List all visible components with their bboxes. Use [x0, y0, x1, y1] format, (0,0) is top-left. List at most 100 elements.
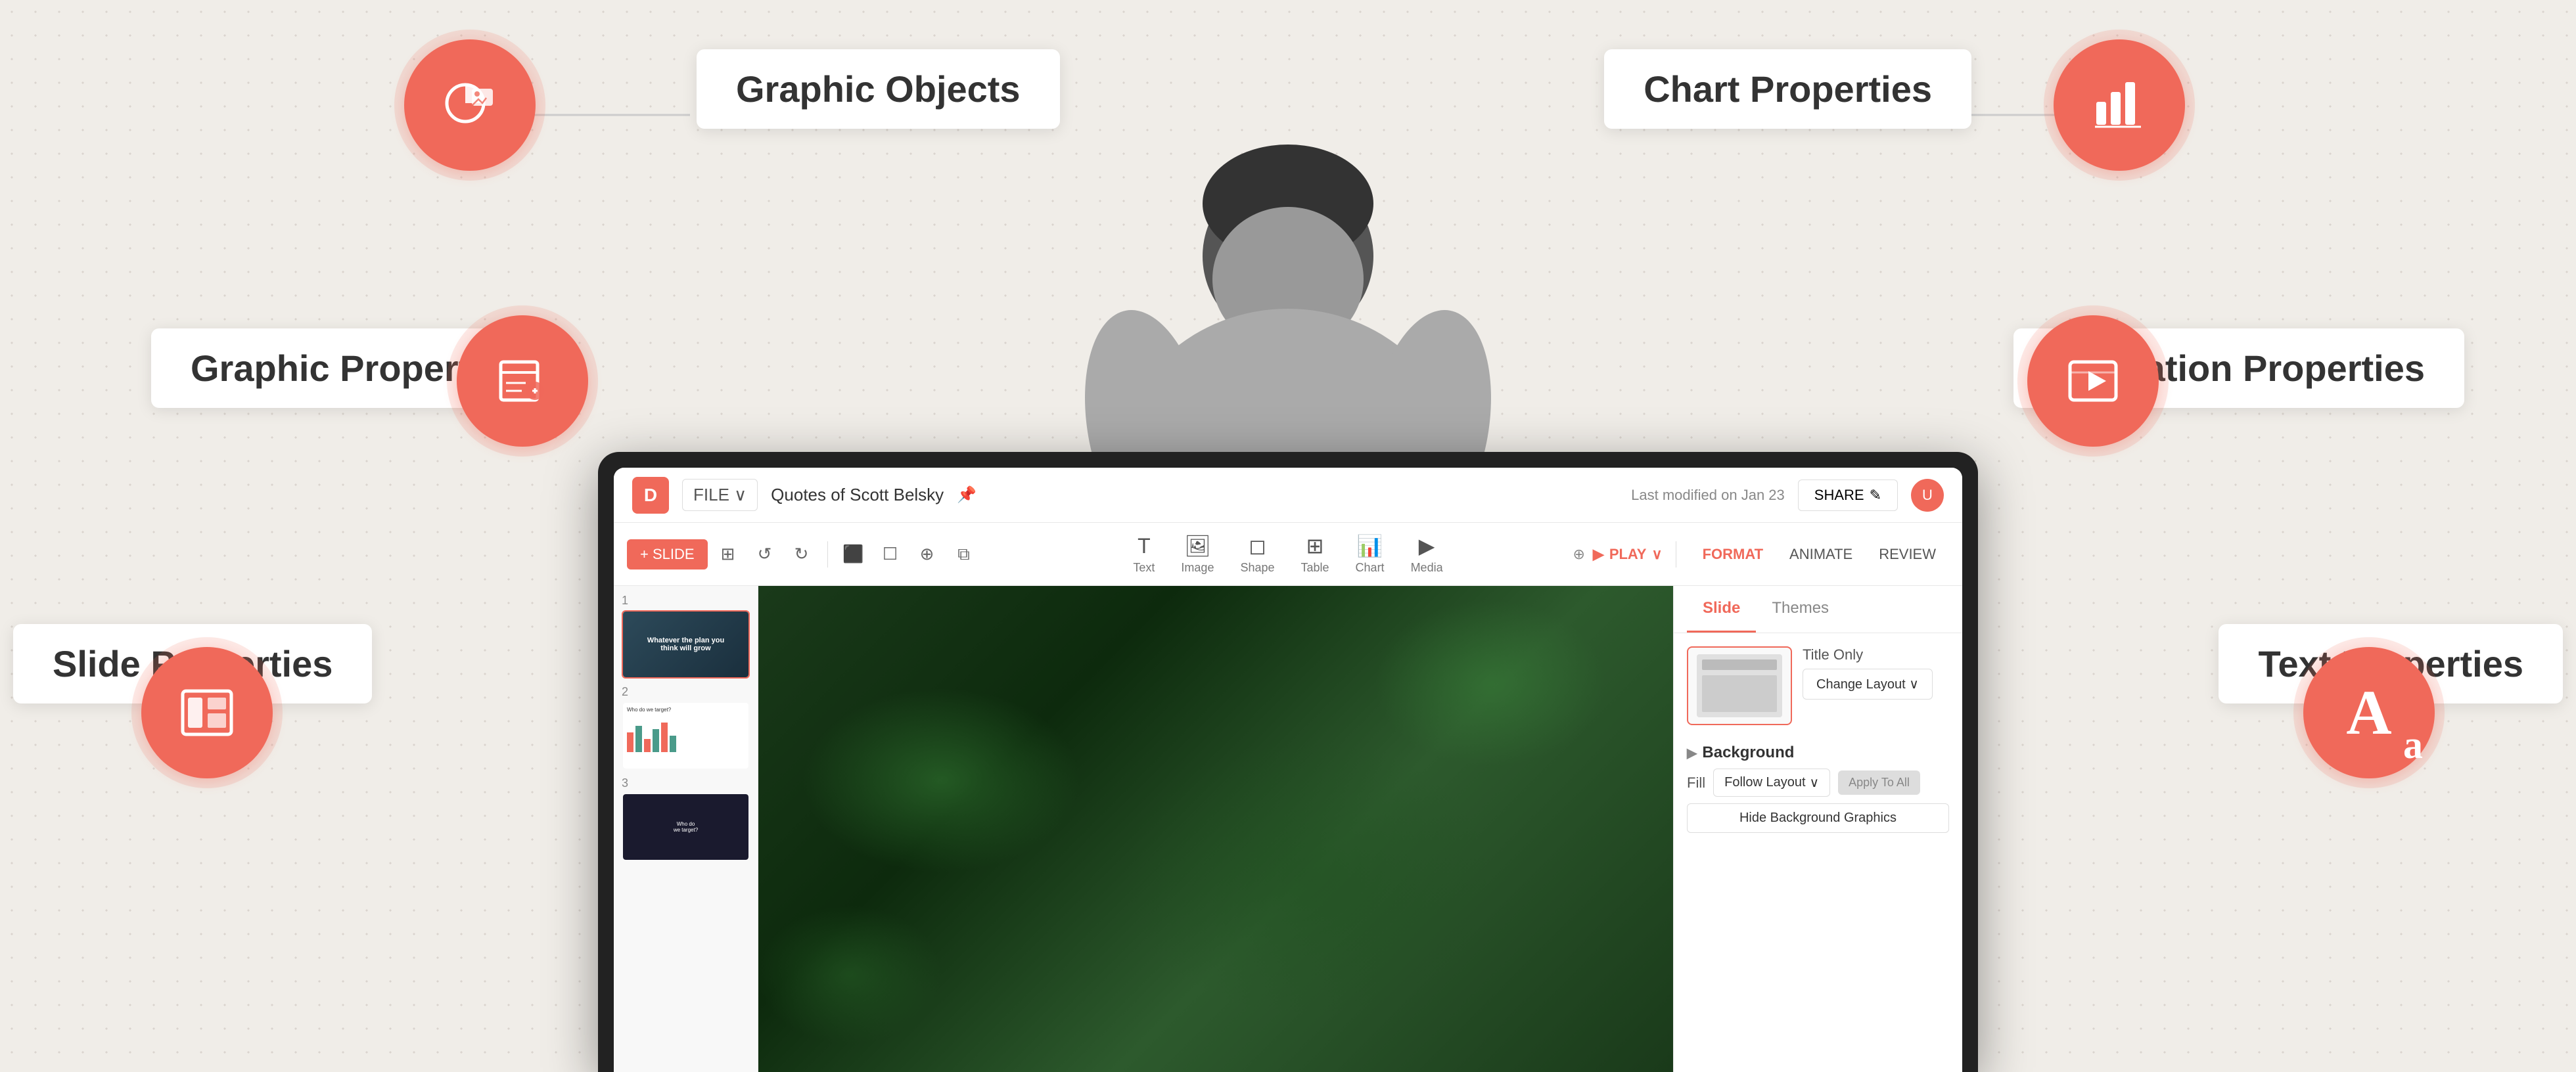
shape-tool[interactable]: ◻ Shape	[1240, 533, 1274, 575]
slide-3-number: 3	[622, 776, 750, 790]
chart-properties-label: Chart Properties	[1644, 68, 1932, 110]
graphic-properties-circle-outer	[447, 305, 598, 457]
fill-row: Fill Follow Layout ∨ Apply To All	[1687, 769, 1949, 797]
image-tool[interactable]: 🖼 Image	[1181, 533, 1214, 575]
play-triangle: ▶	[1593, 546, 1604, 563]
text-properties-circle-outer: A a	[2293, 637, 2445, 788]
share-edit-icon: ✎	[1870, 487, 1881, 504]
monitor-outer: D FILE ∨ Quotes of Scott Belsky 📌 Last m…	[598, 452, 1978, 1072]
undo-button[interactable]: ↺	[748, 538, 781, 571]
animate-tab[interactable]: ANIMATE	[1776, 539, 1866, 570]
chart-properties-circle-outer	[2044, 30, 2195, 181]
right-panel-tabs: Slide Themes	[1674, 586, 1962, 633]
text-tool-icon: T	[1138, 534, 1151, 558]
text-properties-icon: A	[2346, 681, 2391, 744]
toolbar-icon-1[interactable]: ⬛	[837, 538, 870, 571]
graphic-objects-label-box: Graphic Objects	[697, 49, 1060, 129]
apply-to-all-button[interactable]: Apply To All	[1838, 770, 1920, 795]
graphic-objects-circle-outer	[394, 30, 545, 181]
chart-tool[interactable]: 📊 Chart	[1356, 533, 1385, 575]
toolbar-icon-3[interactable]: ⊕	[911, 538, 944, 571]
background-section-title: ▶ Background	[1687, 744, 1949, 762]
graphic-properties-circle[interactable]	[457, 315, 588, 447]
center-toolbar: T Text 🖼 Image ◻ Shape ⊞ Table	[1133, 533, 1442, 575]
slide-panel: 1 Whatever the plan youthink will grow 2	[614, 586, 758, 1072]
toolbar: + SLIDE ⊞ ↺ ↻ ⬛ ☐ ⊕ ⧉ T Text 🖼 Ima	[614, 523, 1962, 586]
modified-text: Last modified on Jan 23	[1631, 487, 1785, 504]
table-tool-icon: ⊞	[1306, 533, 1324, 558]
media-tool[interactable]: ▶ Media	[1411, 533, 1443, 575]
topbar-logo: D	[632, 477, 669, 514]
toolbar-separator	[827, 541, 828, 568]
user-avatar[interactable]: U	[1911, 479, 1944, 512]
slide-sorter-button[interactable]: ⊞	[712, 538, 745, 571]
add-slide-button[interactable]: + SLIDE	[627, 539, 708, 570]
slide-2-thumb[interactable]: Who do we target?	[622, 702, 750, 770]
media-tool-label: Media	[1411, 561, 1443, 575]
canvas-background	[758, 586, 1673, 1072]
dropdown-arrow: ∨	[1810, 774, 1820, 791]
topbar: D FILE ∨ Quotes of Scott Belsky 📌 Last m…	[614, 468, 1962, 523]
monitor-screen: D FILE ∨ Quotes of Scott Belsky 📌 Last m…	[614, 468, 1962, 1072]
slide-3-container: 3 Who dowe target?	[622, 776, 750, 861]
slide-properties-circle[interactable]	[141, 647, 273, 778]
review-tab[interactable]: REVIEW	[1866, 539, 1949, 570]
fill-label: Fill	[1687, 774, 1705, 792]
toolbar-icon-2[interactable]: ☐	[874, 538, 907, 571]
graphic-objects-circle[interactable]	[404, 39, 536, 171]
slide-1-text: Whatever the plan youthink will grow	[642, 631, 729, 658]
pin-icon: 📌	[957, 485, 977, 504]
chart-tool-label: Chart	[1356, 561, 1385, 575]
image-tool-icon: 🖼	[1184, 533, 1211, 558]
share-button[interactable]: SHARE ✎	[1798, 480, 1898, 511]
graphic-objects-label: Graphic Objects	[736, 68, 1021, 110]
change-layout-button[interactable]: Change Layout ∨	[1803, 669, 1933, 700]
redo-button[interactable]: ↻	[785, 538, 818, 571]
slide-2-bars	[627, 719, 745, 752]
right-toolbar: ⊕ ▶ PLAY ∨ FORMAT ANIMATE REVIEW	[1573, 539, 1949, 570]
zoom-control[interactable]: ⊕	[1573, 546, 1584, 563]
slide-1-thumb[interactable]: Whatever the plan youthink will grow	[622, 610, 750, 679]
shape-tool-icon: ◻	[1249, 533, 1266, 558]
animation-properties-circle-outer	[2017, 305, 2169, 457]
slide-tab[interactable]: Slide	[1687, 586, 1756, 633]
media-tool-icon: ▶	[1419, 533, 1435, 558]
layout-name: Title Only	[1803, 646, 1933, 663]
right-panel: Slide Themes Title O	[1673, 586, 1962, 1072]
slide-2-container: 2 Who do we target?	[622, 685, 750, 770]
follow-layout-dropdown[interactable]: Follow Layout ∨	[1713, 769, 1830, 797]
table-tool-label: Table	[1301, 561, 1329, 575]
chart-properties-label-box: Chart Properties	[1604, 49, 1971, 129]
themes-tab[interactable]: Themes	[1756, 586, 1845, 633]
shape-tool-label: Shape	[1240, 561, 1274, 575]
toolbar-icon-4[interactable]: ⧉	[948, 538, 980, 571]
slide-3-text: Who dowe target?	[674, 821, 698, 833]
format-tabs: FORMAT ANIMATE REVIEW	[1690, 539, 1949, 570]
slide-1-container: 1 Whatever the plan youthink will grow	[622, 594, 750, 679]
slide-properties-circle-outer	[131, 637, 283, 788]
right-panel-content: Title Only Change Layout ∨ ▶ Backgroun	[1674, 633, 1962, 846]
slide-3-thumb[interactable]: Who dowe target?	[622, 793, 750, 861]
text-tool-label: Text	[1133, 561, 1155, 575]
table-tool[interactable]: ⊞ Table	[1301, 533, 1329, 575]
text-properties-circle[interactable]: A a	[2303, 647, 2435, 778]
hide-background-button[interactable]: Hide Background Graphics	[1687, 803, 1949, 833]
image-tool-label: Image	[1181, 561, 1214, 575]
play-button[interactable]: ▶ PLAY ∨	[1593, 546, 1663, 563]
main-area: 1 Whatever the plan youthink will grow 2	[614, 586, 1962, 1072]
format-tab[interactable]: FORMAT	[1690, 539, 1776, 570]
chart-tool-icon: 📊	[1357, 533, 1383, 558]
chart-properties-circle[interactable]	[2054, 39, 2185, 171]
background-arrow: ▶	[1687, 745, 1697, 761]
canvas-area[interactable]	[758, 586, 1673, 1072]
animation-properties-circle[interactable]	[2027, 315, 2159, 447]
graphic-objects-icon	[440, 70, 499, 141]
file-menu[interactable]: FILE ∨	[682, 479, 758, 511]
slide-2-title: Who do we target?	[627, 707, 745, 713]
play-dropdown-arrow: ∨	[1651, 546, 1662, 563]
text-tool[interactable]: T Text	[1133, 534, 1155, 575]
slide-2-number: 2	[622, 685, 750, 699]
slide-1-number: 1	[622, 594, 750, 608]
layout-thumbnail	[1687, 646, 1792, 725]
text-properties-a-small: a	[2403, 723, 2423, 768]
